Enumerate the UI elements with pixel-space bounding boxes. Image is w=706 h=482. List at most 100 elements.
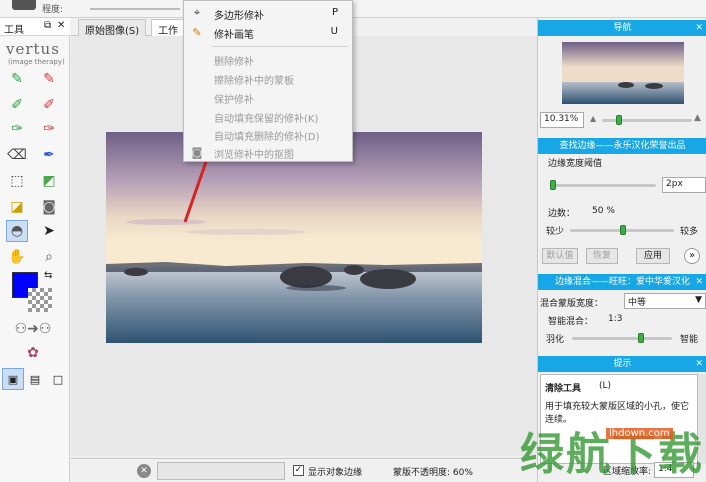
zoom-slider-thumb[interactable] bbox=[616, 115, 622, 125]
feather-label: 羽化 bbox=[546, 335, 565, 345]
close-icon[interactable]: ✕ bbox=[57, 20, 65, 31]
menu-item-polygon-patch[interactable]: 多边形修补 bbox=[214, 7, 264, 22]
zoom-input[interactable]: 10.31% bbox=[540, 112, 584, 128]
hint-key: (L) bbox=[599, 381, 612, 391]
options-bar: 程度: bbox=[0, 0, 706, 18]
hint-panel-title: 提示 bbox=[613, 359, 632, 369]
workspace-image[interactable] bbox=[106, 132, 482, 343]
blend-width-value: 中等 bbox=[628, 298, 647, 308]
watermark-url: lhdown.com bbox=[606, 428, 673, 439]
menu-shortcut-u: U bbox=[330, 26, 338, 37]
navigator-title: 导航 bbox=[613, 23, 632, 33]
zoom-in-icon[interactable]: ▲ bbox=[694, 113, 701, 123]
cleanup-tool-icon[interactable]: ◓ bbox=[6, 220, 28, 242]
menu-item-patch-brush[interactable]: 修补画笔 bbox=[214, 26, 254, 41]
mask-fill-icon[interactable]: ◩ bbox=[38, 170, 60, 192]
smart-label: 智能 bbox=[680, 335, 699, 345]
close-icon[interactable]: ✕ bbox=[695, 274, 703, 290]
strength-label: 程度: bbox=[42, 5, 64, 15]
edge-width-thumb[interactable] bbox=[550, 180, 556, 190]
blend-panel-header: 边缘混合——旺旺：爱中华爱汉化 ✕ bbox=[538, 274, 706, 290]
show-edges-checkbox[interactable]: ✓ bbox=[293, 465, 304, 476]
edge-more-label: 较多 bbox=[680, 227, 699, 237]
zoom-icon[interactable]: ⌕ bbox=[38, 246, 60, 268]
edge-width-slider[interactable] bbox=[552, 184, 656, 187]
menu-item-browse-cutout[interactable]: 浏览修补中的抠图 bbox=[214, 146, 294, 161]
pin-icon[interactable]: ⧉ bbox=[44, 20, 51, 31]
palette-icon[interactable]: ✿ bbox=[22, 342, 44, 364]
edge-count-thumb[interactable] bbox=[620, 225, 626, 235]
keep-brush-icon[interactable]: ✎ bbox=[6, 68, 28, 90]
edge-less-label: 较少 bbox=[546, 227, 565, 237]
edge-width-label: 边缘宽度阈值 bbox=[548, 159, 603, 169]
smart-blend-slider[interactable] bbox=[572, 337, 672, 340]
remove-brush-icon[interactable]: ✎ bbox=[38, 68, 60, 90]
restore-button[interactable]: 恢复 bbox=[586, 248, 618, 264]
keep-lasso-icon[interactable]: ✐ bbox=[6, 94, 28, 116]
tab-original[interactable]: 原始图像(S) bbox=[78, 19, 147, 37]
edge-width-value: 2px bbox=[666, 179, 683, 189]
pen-blue-icon[interactable]: ✒ bbox=[38, 144, 60, 166]
edge-count-label: 边数： bbox=[548, 209, 576, 219]
toolbox-panel: 工具 ⧉ ✕ vertus (image therapy) ✎ ✎ ✐ ✐ ✑ … bbox=[0, 18, 70, 482]
menu-item-erase-mask[interactable]: 擦除修补中的蒙板 bbox=[214, 72, 294, 87]
cancel-icon[interactable]: ✕ bbox=[137, 464, 151, 478]
menu-item-protect-patch[interactable]: 保护修补 bbox=[214, 91, 254, 106]
remove-magic-icon[interactable]: ✑ bbox=[38, 118, 60, 140]
menu-shortcut-p: P bbox=[331, 7, 338, 18]
close-icon[interactable]: ✕ bbox=[695, 356, 703, 372]
eraser-icon[interactable]: ⌫ bbox=[6, 144, 28, 166]
show-edges-label: 显示对象边缘 bbox=[308, 468, 363, 478]
right-panel: 导航 ✕ 10.31% ▲ ▲ 查找边缘——永乐汉化荣誉出品 边缘宽度阈值 2p… bbox=[537, 18, 706, 482]
edge-width-input[interactable]: 2px bbox=[662, 177, 706, 193]
patch-brush-icon: ✎ bbox=[192, 25, 202, 39]
smart-blend-thumb[interactable] bbox=[638, 333, 644, 343]
pointer-icon[interactable]: ➤ bbox=[38, 220, 60, 242]
blend-width-label: 混合蒙版宽度： bbox=[540, 299, 604, 309]
polygon-patch-icon: ⌖ bbox=[193, 6, 201, 19]
toolbox-header: 工具 ⧉ ✕ bbox=[0, 18, 70, 36]
edge-panel-title: 查找边缘——永乐汉化荣誉出品 bbox=[559, 141, 686, 151]
toolbox-title: 工具 bbox=[4, 25, 24, 36]
camera-icon[interactable]: ◙ bbox=[38, 196, 60, 218]
hint-panel-header: 提示 ✕ bbox=[538, 356, 706, 372]
hand-icon[interactable]: ✋ bbox=[6, 246, 28, 268]
app-logo: vertus bbox=[6, 40, 60, 58]
document-tabs: 原始图像(S) 工作区 bbox=[71, 18, 191, 52]
blend-width-select[interactable]: 中等 ▼ bbox=[624, 293, 706, 309]
menu-item-autofill-keep[interactable]: 自动填充保留的修补(K) bbox=[214, 110, 318, 125]
person-compare-icon[interactable]: ⚇➜⚇ bbox=[14, 318, 52, 340]
zoom-value: 10.31% bbox=[544, 114, 579, 124]
default-button[interactable]: 默认值 bbox=[542, 248, 578, 264]
menu-item-delete-patch[interactable]: 删除修补 bbox=[214, 53, 254, 68]
background-color-swatch[interactable] bbox=[28, 288, 52, 312]
chevron-down-icon: ▼ bbox=[695, 295, 702, 305]
smart-blend-value: 1:3 bbox=[608, 314, 623, 324]
smart-blend-label: 智能混合： bbox=[548, 317, 594, 327]
app-logo-subtitle: (image therapy) bbox=[8, 58, 65, 66]
patch-menu: ⌖ 多边形修补 P ✎ 修补画笔 U 删除修补 擦除修补中的蒙板 保护修补 自动… bbox=[183, 0, 353, 162]
patch-icon[interactable]: ◪ bbox=[6, 196, 28, 218]
brush-preview-icon bbox=[12, 0, 36, 10]
navigator-thumbnail[interactable] bbox=[562, 42, 684, 104]
edge-panel-header: 查找边缘——永乐汉化荣誉出品 bbox=[538, 138, 706, 154]
zoom-out-icon[interactable]: ▲ bbox=[590, 114, 596, 123]
navigator-header: 导航 ✕ bbox=[538, 20, 706, 36]
swap-colors-icon[interactable]: ⇆ bbox=[44, 270, 52, 281]
collapse-icon[interactable]: » bbox=[684, 248, 700, 264]
edge-count-value: 50 % bbox=[592, 206, 615, 216]
menu-item-autofill-delete[interactable]: 自动填充删除的修补(D) bbox=[214, 128, 320, 143]
view-split-icon[interactable]: ▤ bbox=[24, 368, 46, 390]
menu-separator bbox=[212, 46, 348, 47]
strength-slider[interactable] bbox=[90, 8, 180, 10]
close-icon[interactable]: ✕ bbox=[695, 20, 703, 36]
rect-select-icon[interactable]: ⬚ bbox=[6, 170, 28, 192]
view-single-icon[interactable]: ▣ bbox=[2, 368, 24, 390]
apply-button[interactable]: 应用 bbox=[636, 248, 670, 264]
status-bar: ✕ ✓ 显示对象边缘 蒙版不透明度: 60% bbox=[71, 458, 537, 482]
keep-magic-icon[interactable]: ✑ bbox=[6, 118, 28, 140]
hint-heading: 清除工具 bbox=[545, 384, 582, 394]
remove-lasso-icon[interactable]: ✐ bbox=[38, 94, 60, 116]
view-full-icon[interactable]: □ bbox=[47, 368, 69, 390]
camera-icon: ◙ bbox=[191, 145, 203, 159]
